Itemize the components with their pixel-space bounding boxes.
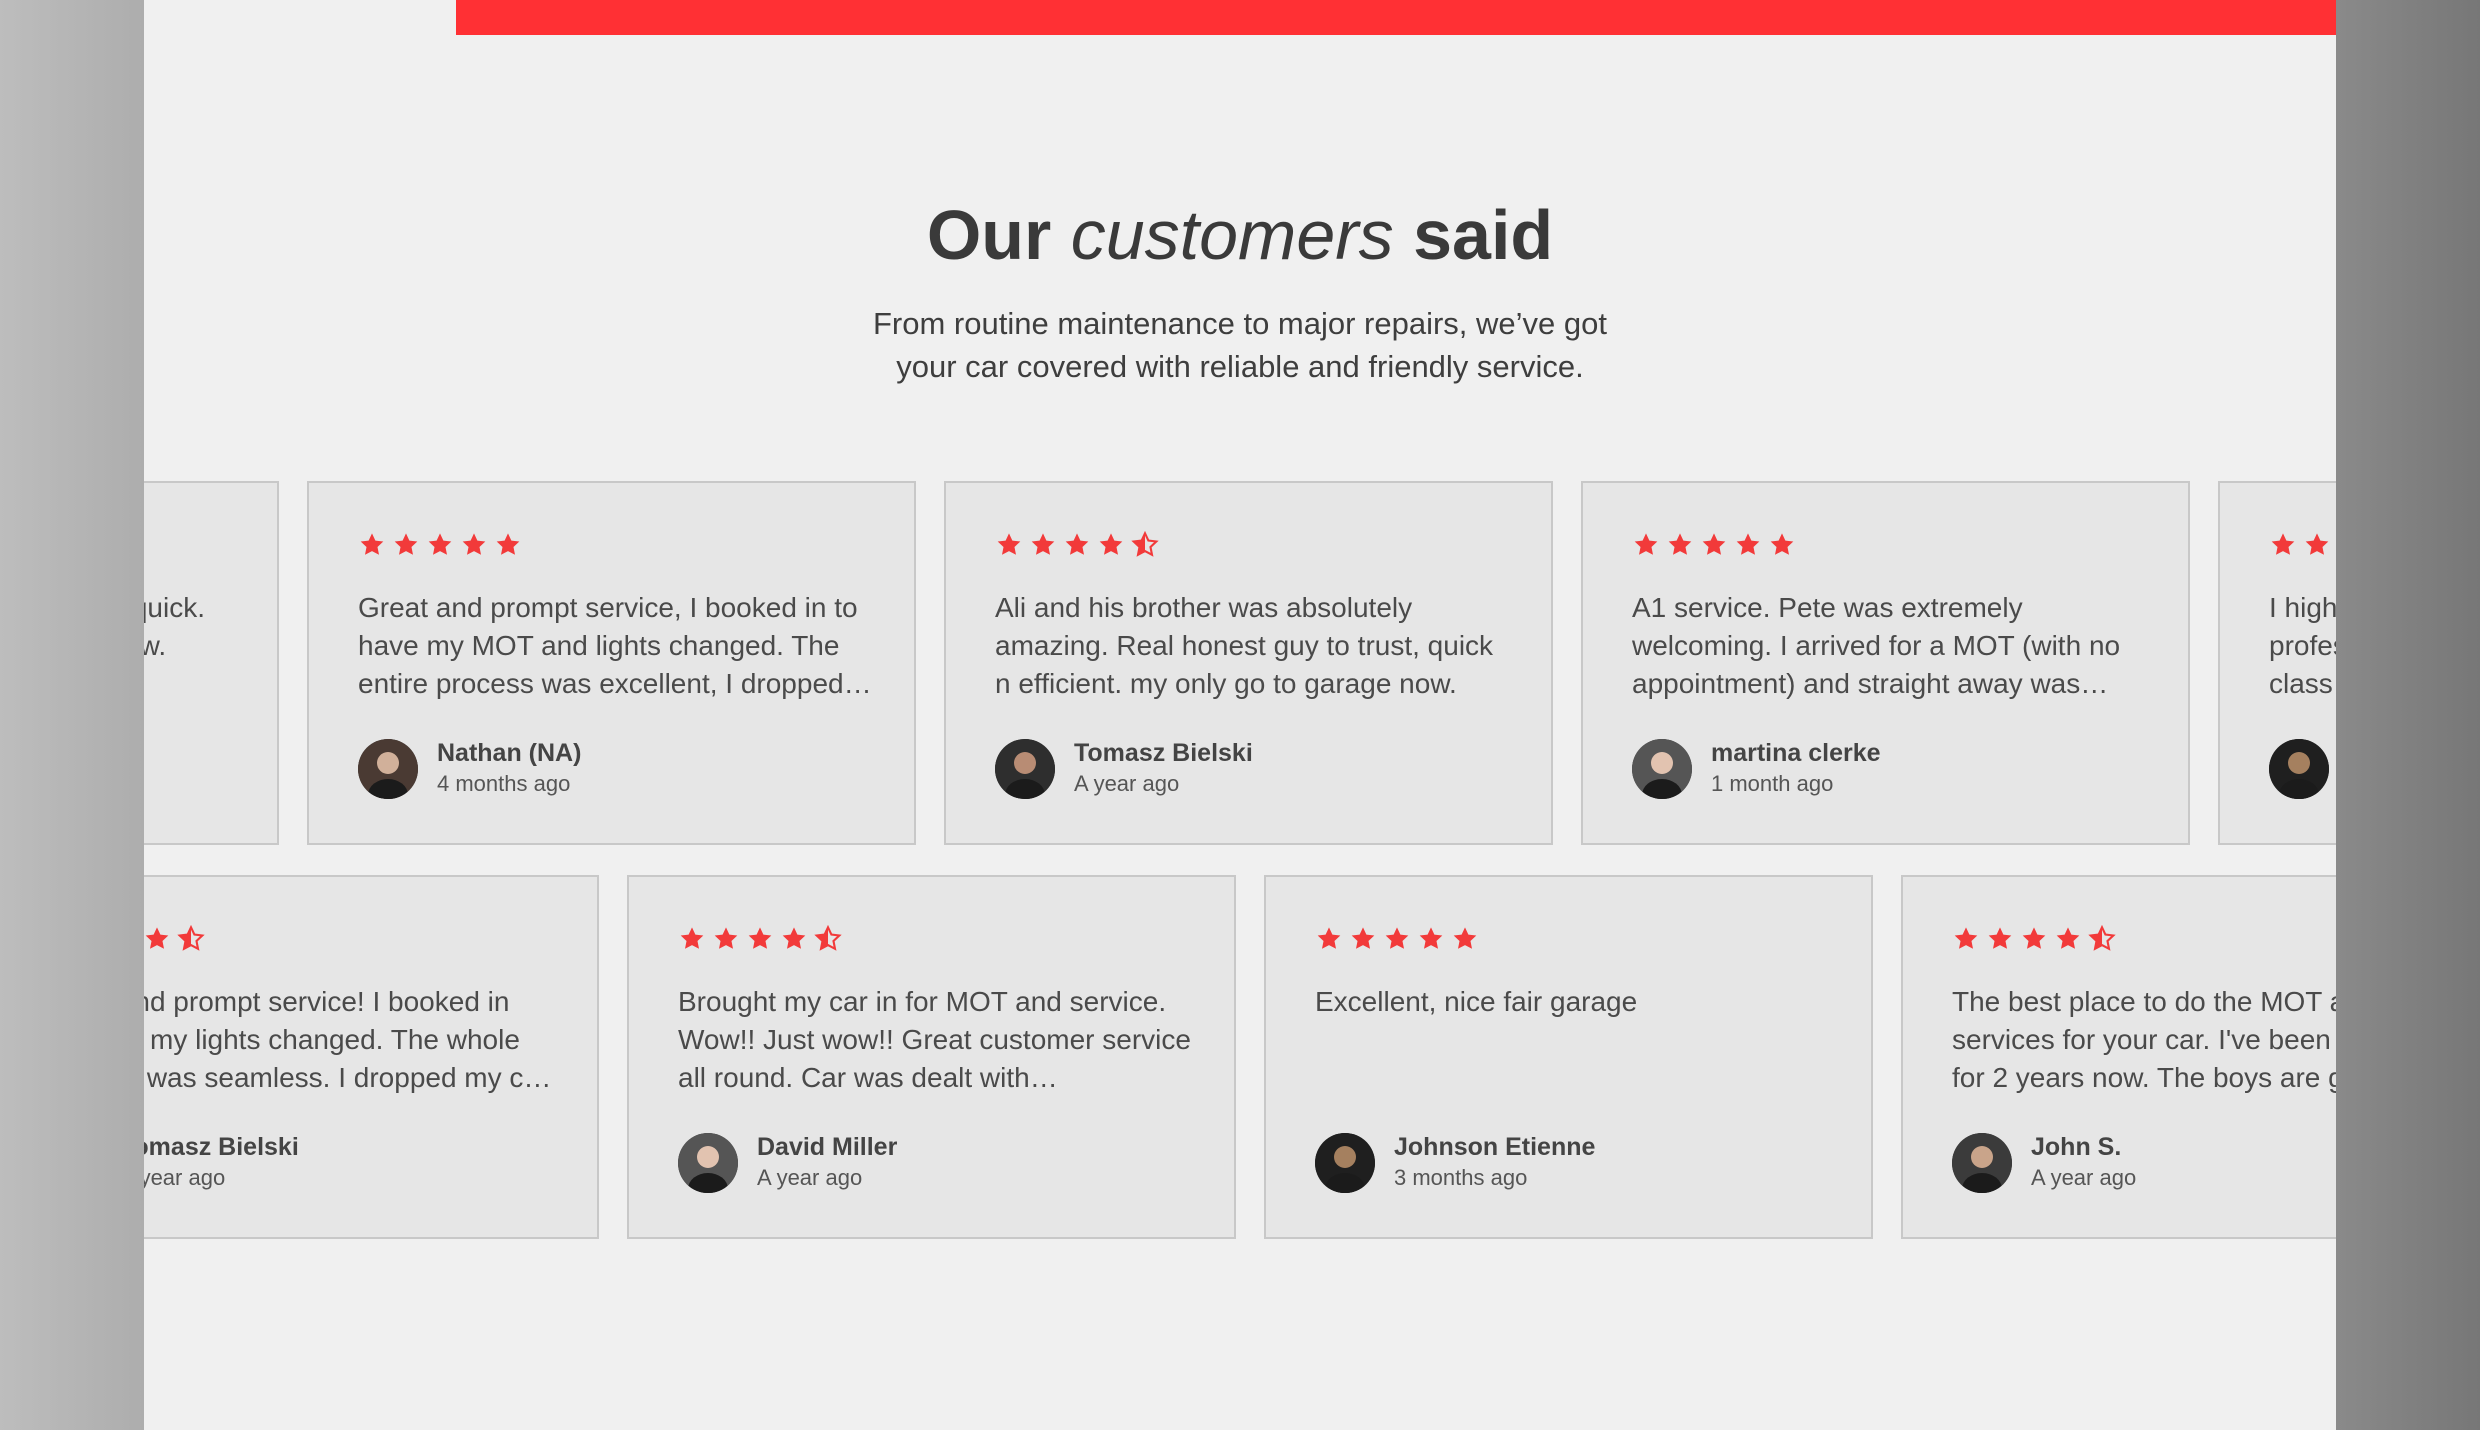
top-accent-bar — [456, 0, 2336, 35]
star-full-icon — [496, 533, 520, 555]
star-full-icon — [1770, 533, 1794, 555]
section-title: Our customers said — [144, 190, 2336, 280]
star-full-icon — [1031, 533, 1055, 555]
avatar-icon — [678, 1133, 738, 1193]
review-text: I highly recommend this garage, professi… — [2269, 592, 2336, 699]
section-subtitle: From routine maintenance to major repair… — [873, 306, 1607, 384]
avatar-icon — [995, 739, 1055, 799]
review-text: Good service, fair price and very quick.… — [144, 592, 205, 661]
title-part-2: customers — [1070, 196, 1394, 274]
reviewer-name: Tomasz Bielski — [144, 1133, 299, 1161]
review-card[interactable]: Ali and his brother was absolutely amazi… — [944, 481, 1553, 845]
reviews-track-2[interactable]: Great and prompt service! I booked in an… — [144, 875, 2336, 1243]
star-full-icon — [782, 927, 806, 949]
star-full-icon — [1351, 927, 1375, 949]
review-time: 4 months ago — [437, 771, 571, 796]
star-full-icon — [1634, 533, 1658, 555]
rating-stars — [2269, 531, 2336, 559]
avatar-icon — [1952, 1133, 2012, 1193]
star-full-icon — [394, 533, 418, 555]
review-text: Great and prompt service, I booked in to… — [358, 592, 858, 699]
page: Our customers said From routine maintena… — [144, 0, 2336, 1430]
review-card[interactable]: The best place to do the MOT and service… — [1901, 875, 2336, 1239]
review-card[interactable]: Excellent, nice fair garage Johnson Etien… — [1264, 875, 1873, 1239]
star-full-icon — [1668, 533, 1692, 555]
star-full-icon — [145, 927, 169, 949]
reviewer-name: Nathan (NA) — [437, 739, 582, 767]
reviews-track-1[interactable]: Good service, fair price and very quick.… — [144, 481, 2336, 849]
star-full-icon — [714, 927, 738, 949]
star-full-icon — [462, 533, 486, 555]
star-full-icon — [1419, 927, 1443, 949]
star-full-icon — [680, 927, 704, 949]
star-half-icon — [177, 925, 205, 951]
review-text: Brought my car in for MOT and service. W… — [678, 986, 1191, 1093]
review-time: A year ago — [757, 1165, 863, 1190]
star-full-icon — [2305, 533, 2329, 555]
star-half-icon — [2088, 925, 2116, 951]
rating-stars — [678, 925, 842, 953]
star-full-icon — [1988, 927, 2012, 949]
star-full-icon — [1065, 533, 1089, 555]
rating-stars — [995, 531, 1159, 559]
right-backdrop — [2336, 0, 2480, 1430]
review-text: Excellent, nice fair garage — [1315, 986, 1638, 1017]
avatar-icon — [358, 739, 418, 799]
review-card[interactable]: Good service, fair price and very quick.… — [144, 481, 279, 845]
star-full-icon — [997, 533, 1021, 555]
review-text: The best place to do the MOT and service… — [1952, 986, 2336, 1093]
rating-stars — [1952, 925, 2116, 953]
star-full-icon — [2056, 927, 2080, 949]
star-full-icon — [1736, 533, 1760, 555]
reviewer-name: David Miller — [757, 1133, 898, 1161]
avatar-icon — [2269, 739, 2329, 799]
avatar-icon — [1632, 739, 1692, 799]
review-time: 1 month ago — [1711, 771, 1834, 796]
review-card[interactable]: Brought my car in for MOT and service. W… — [627, 875, 1236, 1239]
star-full-icon — [748, 927, 772, 949]
reviewer-name: Tomasz Bielski — [1074, 739, 1253, 767]
review-card[interactable]: I highly recommend this garage, professi… — [2218, 481, 2336, 845]
review-text: Great and prompt service! I booked in an… — [144, 986, 549, 1093]
reviews-row-1: Good service, fair price and very quick.… — [144, 481, 2336, 849]
title-part-1: Our — [926, 196, 1052, 274]
star-full-icon — [2271, 533, 2295, 555]
review-time: 3 months ago — [1394, 1165, 1528, 1190]
avatar-icon — [1315, 1133, 1375, 1193]
review-text: A1 service. Pete was extremely welcoming… — [1632, 592, 2121, 699]
star-full-icon — [1317, 927, 1341, 949]
star-half-icon — [814, 925, 842, 951]
rating-stars — [144, 925, 205, 953]
review-card[interactable]: Great and prompt service, I booked in to… — [307, 481, 916, 845]
star-full-icon — [360, 533, 384, 555]
rating-stars — [1632, 531, 1796, 559]
left-backdrop — [0, 0, 144, 1430]
review-time: A year ago — [2031, 1165, 2137, 1190]
star-full-icon — [1385, 927, 1409, 949]
star-full-icon — [1954, 927, 1978, 949]
star-full-icon — [1099, 533, 1123, 555]
reviewer-name: John S. — [2031, 1133, 2122, 1161]
title-part-3: said — [1413, 196, 1554, 274]
star-full-icon — [1702, 533, 1726, 555]
reviewer-name: martina clerke — [1711, 739, 1881, 767]
review-card[interactable]: A1 service. Pete was extremely welcoming… — [1581, 481, 2190, 845]
review-card[interactable]: Great and prompt service! I booked in an… — [144, 875, 599, 1239]
star-full-icon — [428, 533, 452, 555]
star-full-icon — [1453, 927, 1477, 949]
review-time: A year ago — [1074, 771, 1180, 796]
rating-stars — [1315, 925, 1479, 953]
review-text: Ali and his brother was absolutely amazi… — [995, 592, 1494, 699]
star-full-icon — [2022, 927, 2046, 949]
rating-stars — [358, 531, 522, 559]
star-half-icon — [1131, 531, 1159, 557]
review-time: A year ago — [144, 1165, 226, 1190]
reviewer-name: Johnson Etienne — [1394, 1133, 1596, 1161]
reviews-row-2: Great and prompt service! I booked in an… — [144, 875, 2336, 1243]
